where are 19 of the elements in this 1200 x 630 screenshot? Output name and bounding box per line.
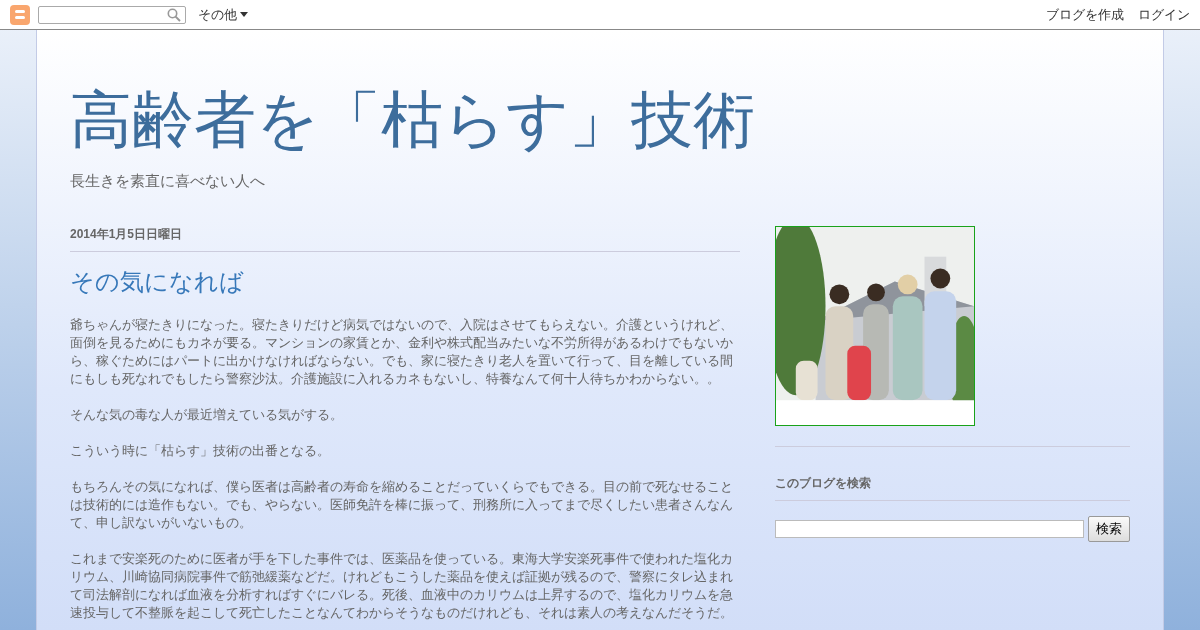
search-field[interactable] xyxy=(38,5,186,24)
blog-title[interactable]: 高齢者を「枯らす」技術 xyxy=(70,82,1130,158)
post-paragraph: そんな気の毒な人が最近増えている気がする。 xyxy=(70,407,344,424)
blog-description: 長生きを素直に喜べない人へ xyxy=(70,172,266,191)
post-paragraph: これまで安楽死のために医者が手を下した事件では、医薬品を使っている。東海大学安楽死事件で使われた塩化カリウム、川崎協同病院事件で筋弛緩薬などだ。けれどもこうした薬品を使えば証拠が残るので、警察にタレ込まれて司法解剖になれば血液を分析すればすぐにバレる。死後、血液中のカリウムは上昇するので、塩化カリウムを急速投与して不整脈を起こして死亡したことなんてわからそうなものだけれども、それは素人の考えなんだそうだ。 xyxy=(70,551,734,622)
post-date: 2014年1月5日日曜日 xyxy=(70,226,740,252)
nav-link[interactable]: ブログを作成 xyxy=(1046,5,1124,24)
blogger-logo-icon[interactable] xyxy=(10,4,30,25)
search-field[interactable] xyxy=(775,520,1084,538)
nav-link[interactable]: ログイン xyxy=(1138,5,1190,24)
search-button[interactable]: 検索 xyxy=(1088,516,1130,542)
post-paragraph: こういう時に「枯らす」技術の出番となる。 xyxy=(70,443,331,460)
widget-title: このブログを検索 xyxy=(775,446,1130,501)
post-paragraph: 爺ちゃんが寝たきりになった。寝たきりだけど病気ではないので、入院はさせてもらえない。介護というけれど、面倒を見るためにもカネが要る。マンションの家賃とか、金利や株式配当みたいな不労所得があるわけでもないから、稼ぐためにはパートに出かけなければならない。でも、家に寝たきり老人を置いて行って、目を離している間にもしも死なれでもしたら警察沙汰。介護施設に入れるカネもないし、特養なんて何十人待ちかわからない。。 xyxy=(70,317,734,388)
more-menu[interactable]: その他 xyxy=(194,5,252,24)
caret-icon xyxy=(240,12,248,17)
post-paragraph: もちろんその気になれば、僕ら医者は高齢者の寿命を縮めることだっていくらでもできる。目の前で死なせることは技術的には造作もない。でも、やらない。医師免許を棒に振って、刑務所に入ってまで尽くしたい患者さんなんて、申し訳ないがいないもの。 xyxy=(70,479,734,532)
search-icon[interactable] xyxy=(167,7,181,22)
post-title[interactable]: その気になれば xyxy=(70,266,740,298)
